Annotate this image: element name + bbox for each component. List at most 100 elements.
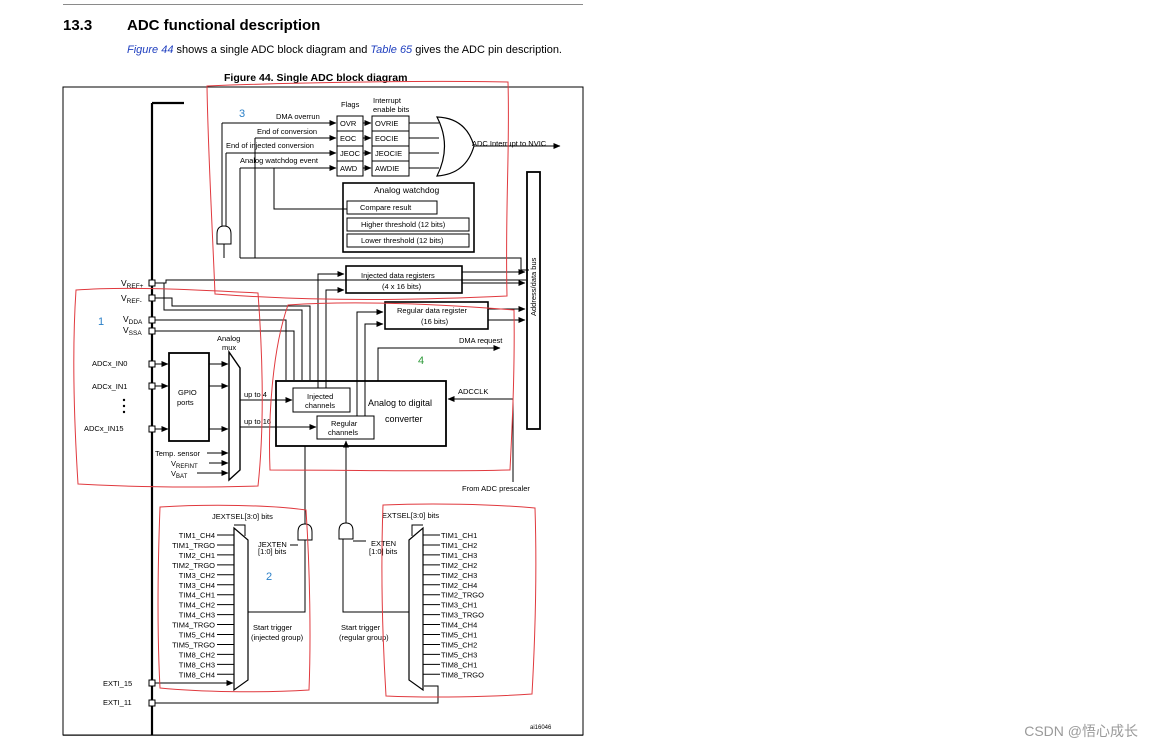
- injected-trigger-mux: [233, 526, 249, 692]
- trigger-source: TIM4_CH3: [179, 611, 215, 620]
- trigger-source: TIM2_CH4: [441, 581, 477, 590]
- extsel-label: EXTSEL[3:0] bits: [382, 511, 439, 520]
- csdn-watermark: CSDN @悟心成长: [1024, 723, 1138, 739]
- figure-frame: [62, 86, 584, 736]
- jexten-l2: [1:0] bits: [258, 547, 287, 556]
- pin-vssa: [148, 327, 156, 335]
- exti15-label: EXTI_15: [103, 679, 132, 688]
- src-end-of-injected: End of injected conversion: [226, 141, 314, 150]
- lower-threshold: Lower threshold (12 bits): [361, 236, 444, 245]
- trigger-source: TIM3_TRGO: [441, 611, 484, 620]
- flag-awd: AWD: [340, 164, 358, 173]
- trigger-source: TIM1_CH1: [441, 531, 477, 540]
- trigger-source: TIM4_CH2: [179, 601, 215, 610]
- compare-result: Compare result: [360, 203, 412, 212]
- pin-adc-in15: [148, 425, 156, 433]
- trigger-source: TIM4_CH4: [441, 621, 477, 630]
- from-prescaler-label: From ADC prescaler: [462, 484, 530, 493]
- pin-adc-in1: [148, 382, 156, 390]
- watchdog-title: Analog watchdog: [374, 185, 439, 195]
- trigger-source: TIM5_CH3: [441, 650, 477, 659]
- inj-start-l2: (injected group): [251, 633, 304, 642]
- trigger-source: TIM2_TRGO: [441, 591, 484, 600]
- trigger-source: TIM4_CH1: [179, 591, 215, 600]
- ellipsis-dots: [122, 398, 126, 414]
- trigger-source: TIM1_CH4: [179, 531, 215, 540]
- mux-line1: Analog: [217, 334, 240, 343]
- and-gate-left-icon: [216, 225, 232, 245]
- injected-regs-line1: Injected data registers: [361, 271, 435, 280]
- nvic-output-label: ADC Interrupt to NVIC: [472, 139, 547, 148]
- regular-channels-l2: channels: [328, 428, 358, 437]
- int-ovrie: OVRIE: [375, 119, 398, 128]
- annotation-2: 2: [266, 571, 272, 583]
- trigger-source: TIM1_CH2: [441, 541, 477, 550]
- adc-in15-label: ADCx_IN15: [84, 424, 124, 433]
- src-end-of-conversion: End of conversion: [257, 127, 317, 136]
- src-analog-watchdog-event: Analog watchdog event: [240, 156, 319, 165]
- annotation-1: 1: [98, 316, 104, 328]
- int-awdie: AWDIE: [375, 164, 399, 173]
- and-gate-injected-icon: [297, 523, 313, 541]
- trigger-source: TIM3_CH4: [179, 581, 215, 590]
- exten-l2: [1:0] bits: [369, 547, 398, 556]
- vref-minus-label: VREF-: [121, 293, 142, 305]
- trigger-source: TIM8_CH1: [441, 660, 477, 669]
- higher-threshold: Higher threshold (12 bits): [361, 220, 446, 229]
- trigger-source: TIM8_TRGO: [441, 670, 484, 679]
- flag-jeoc: JEOC: [340, 149, 361, 158]
- trigger-source: TIM2_CH1: [179, 551, 215, 560]
- pin-exti11: [148, 699, 156, 707]
- up-to-4-label: up to 4: [244, 390, 267, 399]
- trigger-source: TIM2_TRGO: [172, 561, 215, 570]
- adcclk-label: ADCCLK: [458, 387, 488, 396]
- up-to-16-label: up to 16: [244, 417, 271, 426]
- adc-in1-label: ADCx_IN1: [92, 382, 127, 391]
- trigger-source: TIM2_CH2: [441, 561, 477, 570]
- temp-sensor-label: Temp. sensor: [155, 449, 201, 458]
- dma-request-label: DMA request: [459, 336, 503, 345]
- and-gate-regular-icon: [338, 522, 354, 540]
- int-jeocie: JEOCIE: [375, 149, 402, 158]
- pin-vdda: [148, 316, 156, 324]
- trigger-source: TIM8_CH4: [179, 670, 215, 679]
- reg-start-l1: Start trigger: [341, 623, 381, 632]
- converter-line2: converter: [385, 414, 423, 424]
- trigger-source: TIM8_CH2: [179, 650, 215, 659]
- gpio-ports-box: [168, 352, 210, 442]
- pin-vref-plus: [148, 279, 156, 287]
- trigger-source: TIM3_CH1: [441, 601, 477, 610]
- jextsel-label: JEXTSEL[3:0] bits: [212, 512, 273, 521]
- figure-id: ai16046: [530, 725, 552, 731]
- interrupt-title-1: Interrupt: [373, 96, 402, 105]
- interrupt-title-2: enable bits: [373, 105, 410, 114]
- trigger-source: TIM1_CH3: [441, 551, 477, 560]
- analog-mux-shape: [228, 349, 241, 482]
- exti11-label: EXTI_11: [103, 698, 132, 707]
- trigger-source: TIM8_CH3: [179, 660, 215, 669]
- src-dma-overrun: DMA overrun: [276, 112, 320, 121]
- regular-trigger-mux: [408, 526, 424, 692]
- pin-exti15: [148, 679, 156, 687]
- flag-eoc: EOC: [340, 134, 357, 143]
- converter-line1: Analog to digital: [368, 398, 432, 408]
- pin-vref-minus: [148, 294, 156, 302]
- trigger-source: TIM4_TRGO: [172, 621, 215, 630]
- or-gate-icon: [435, 116, 475, 177]
- flags-title: Flags: [341, 100, 360, 109]
- trigger-source: TIM2_CH3: [441, 571, 477, 580]
- trigger-source: TIM5_CH4: [179, 631, 215, 640]
- trigger-source: TIM5_TRGO: [172, 640, 215, 649]
- gpio-line2: ports: [177, 398, 194, 407]
- inj-start-l1: Start trigger: [253, 623, 293, 632]
- adc-in0-label: ADCx_IN0: [92, 359, 127, 368]
- reg-start-l2: (regular group): [339, 633, 389, 642]
- flag-ovr: OVR: [340, 119, 357, 128]
- trigger-source: TIM3_CH2: [179, 571, 215, 580]
- annotation-3: 3: [239, 108, 245, 120]
- regular-reg-line1: Regular data register: [397, 306, 468, 315]
- bus-label: Address/data bus: [529, 257, 538, 316]
- injected-regs-line2: (4 x 16 bits): [382, 282, 422, 291]
- gpio-line1: GPIO: [178, 388, 197, 397]
- vbat-label: VBAT: [171, 469, 188, 480]
